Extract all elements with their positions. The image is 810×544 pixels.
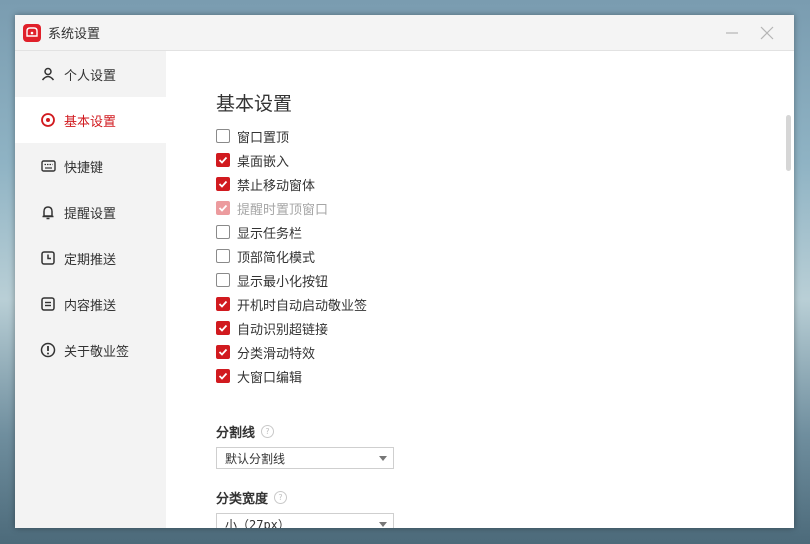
settings-window: 系统设置 个人设置 基本设置 快捷键 提醒设置 定期推送 内容推送 关于敬业签 … <box>15 15 794 528</box>
option-row[interactable]: 自动识别超链接 <box>216 316 367 340</box>
option-row[interactable]: 开机时自动启动敬业签 <box>216 292 367 316</box>
sidebar-item-label: 定期推送 <box>64 252 117 268</box>
help-icon[interactable]: ? <box>274 491 288 504</box>
option-label: 自动识别超链接 <box>237 322 329 338</box>
checkmark-icon <box>218 324 228 332</box>
watermark-main: Baidu经验 <box>620 461 763 491</box>
checkbox[interactable] <box>216 321 230 335</box>
option-label: 开机时自动启动敬业签 <box>237 298 368 314</box>
sidebar-item-basic[interactable]: 基本设置 <box>15 97 166 143</box>
sidebar-item-content-push[interactable]: 内容推送 <box>15 281 166 327</box>
info-icon <box>40 342 56 358</box>
sidebar-item-label: 快捷键 <box>64 160 104 176</box>
sidebar-item-shortcuts[interactable]: 快捷键 <box>15 143 166 189</box>
divider-select-value: 默认分割线 <box>225 451 286 466</box>
option-label: 显示最小化按钮 <box>237 274 329 290</box>
checkbox[interactable] <box>216 345 230 359</box>
checkbox[interactable] <box>216 177 230 191</box>
app-logo-icon <box>23 23 41 42</box>
sidebar-item-label: 个人设置 <box>64 68 117 84</box>
checkmark-icon <box>218 348 228 356</box>
checkbox[interactable] <box>216 225 230 239</box>
option-label: 提醒时置顶窗口 <box>237 202 329 218</box>
option-label: 大窗口编辑 <box>237 370 303 386</box>
target-icon <box>40 112 56 128</box>
option-label: 禁止移动窗体 <box>237 178 316 194</box>
close-button[interactable] <box>757 23 777 43</box>
checkbox[interactable] <box>216 153 230 167</box>
close-icon <box>760 26 774 40</box>
title-bar[interactable]: 系统设置 <box>15 15 794 51</box>
minimize-button[interactable] <box>722 23 742 43</box>
sidebar-item-scheduled-push[interactable]: 定期推送 <box>15 235 166 281</box>
checkbox[interactable] <box>216 297 230 311</box>
clock-icon <box>40 250 56 266</box>
divider-select[interactable]: 默认分割线 <box>216 447 394 469</box>
option-row[interactable]: 禁止移动窗体 <box>216 172 367 196</box>
page-title: 基本设置 <box>216 93 293 115</box>
sidebar-item-label: 基本设置 <box>64 114 117 130</box>
sidebar-item-label: 内容推送 <box>64 298 117 314</box>
settings-sidebar: 个人设置 基本设置 快捷键 提醒设置 定期推送 内容推送 关于敬业签 <box>15 51 166 528</box>
option-row[interactable]: 显示最小化按钮 <box>216 268 367 292</box>
checkmark-icon <box>218 156 228 164</box>
checkbox[interactable] <box>216 129 230 143</box>
baidu-watermark: Baidu经验 jingyan.baidu.com <box>620 455 762 503</box>
minimize-icon <box>726 32 738 34</box>
option-label: 窗口置顶 <box>237 130 290 146</box>
option-label: 桌面嵌入 <box>237 154 290 170</box>
category-width-select[interactable]: 小（27px） <box>216 513 394 528</box>
option-row: 提醒时置顶窗口 <box>216 196 367 220</box>
checkbox[interactable] <box>216 273 230 287</box>
option-label: 顶部简化模式 <box>237 250 316 266</box>
divider-label: 分割线 ? <box>216 422 275 441</box>
checkbox <box>216 201 230 215</box>
window-title: 系统设置 <box>48 27 101 42</box>
category-width-label: 分类宽度 ? <box>216 488 288 507</box>
divider-label-text: 分割线 <box>216 426 256 441</box>
category-width-select-value: 小（27px） <box>225 517 290 529</box>
checkmark-icon <box>218 300 228 308</box>
options-list: 窗口置顶 桌面嵌入 禁止移动窗体 提醒时置顶窗口 显示任务栏 顶部简化模式 显示… <box>216 124 367 388</box>
sidebar-item-personal[interactable]: 个人设置 <box>15 51 166 97</box>
keyboard-icon <box>40 158 56 174</box>
vertical-scrollbar[interactable] <box>786 115 791 171</box>
dropdown-arrow-icon <box>379 522 387 527</box>
option-label: 显示任务栏 <box>237 226 303 242</box>
bell-icon <box>40 204 56 220</box>
checkbox[interactable] <box>216 369 230 383</box>
dropdown-arrow-icon <box>379 456 387 461</box>
document-icon <box>40 296 56 312</box>
checkmark-icon <box>218 180 228 188</box>
category-width-label-text: 分类宽度 <box>216 492 269 507</box>
sidebar-item-label: 关于敬业签 <box>64 344 130 360</box>
checkmark-icon <box>218 204 228 212</box>
checkbox[interactable] <box>216 249 230 263</box>
help-icon[interactable]: ? <box>261 425 275 438</box>
user-icon <box>40 66 56 82</box>
option-row[interactable]: 显示任务栏 <box>216 220 367 244</box>
sidebar-item-about[interactable]: 关于敬业签 <box>15 327 166 373</box>
option-label: 分类滑动特效 <box>237 346 316 362</box>
checkmark-icon <box>218 372 228 380</box>
option-row[interactable]: 桌面嵌入 <box>216 148 367 172</box>
option-row[interactable]: 顶部简化模式 <box>216 244 367 268</box>
option-row[interactable]: 大窗口编辑 <box>216 364 367 388</box>
sidebar-item-reminders[interactable]: 提醒设置 <box>15 189 166 235</box>
option-row[interactable]: 分类滑动特效 <box>216 340 367 364</box>
sidebar-item-label: 提醒设置 <box>64 206 117 222</box>
option-row[interactable]: 窗口置顶 <box>216 124 367 148</box>
